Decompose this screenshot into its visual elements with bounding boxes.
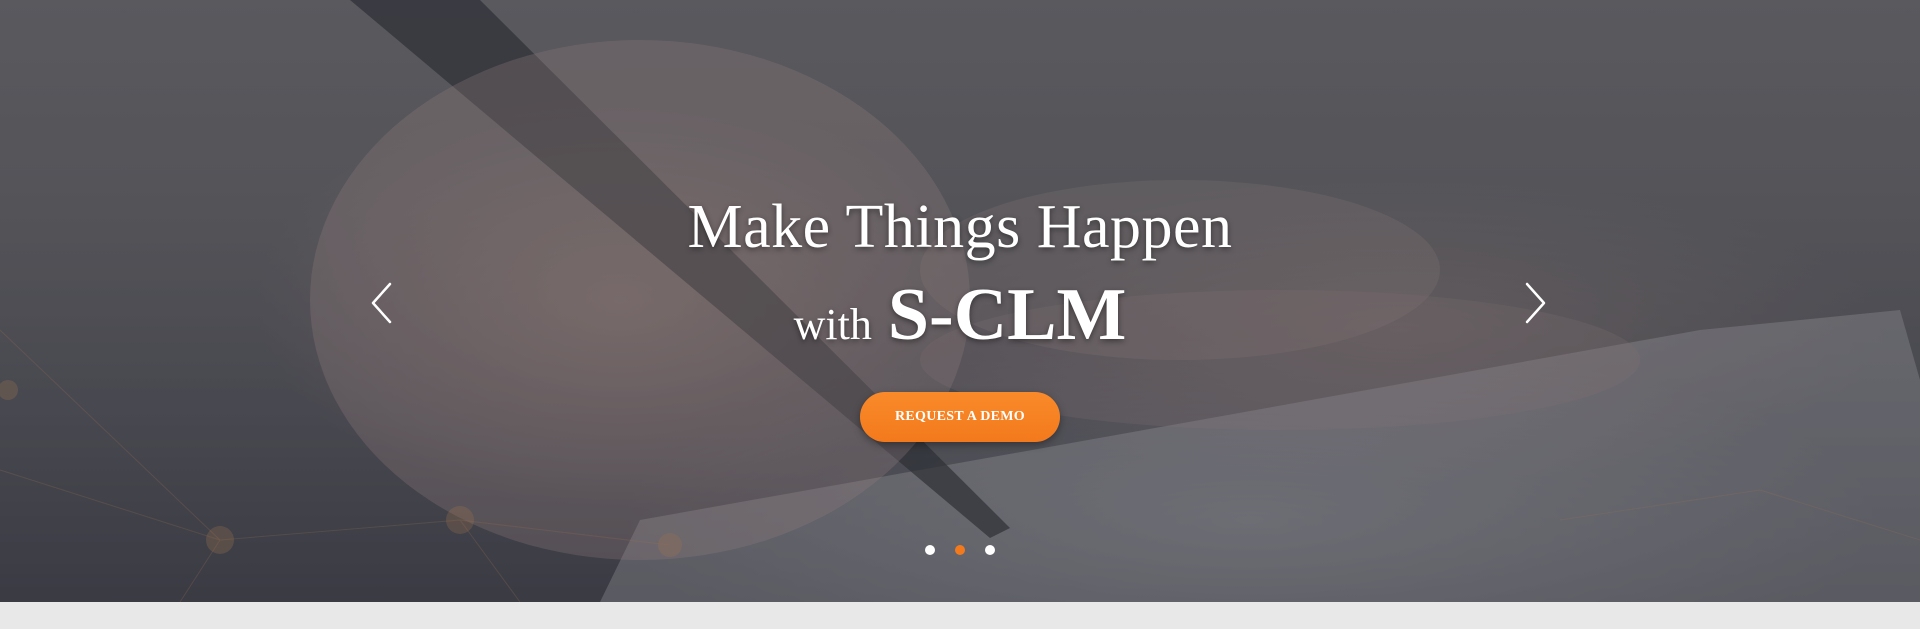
- hero-with-text: with: [793, 300, 872, 349]
- hero-content: Make Things Happen with S-CLM REQUEST A D…: [0, 0, 1920, 602]
- carousel-prev-button[interactable]: [368, 280, 398, 326]
- hero-headline: Make Things Happen: [687, 193, 1233, 261]
- carousel-dot[interactable]: [955, 545, 965, 555]
- carousel-indicators: [0, 545, 1920, 557]
- hero-brand-name: S-CLM: [887, 274, 1127, 356]
- carousel-dot[interactable]: [925, 545, 935, 555]
- request-demo-button[interactable]: REQUEST A DEMO: [860, 392, 1060, 442]
- chevron-left-icon: [371, 282, 392, 324]
- hero-subheadline: with S-CLM: [0, 272, 1920, 378]
- hero-carousel: Make Things Happen with S-CLM REQUEST A D…: [0, 0, 1920, 602]
- content-band: [0, 602, 1920, 629]
- carousel-next-button[interactable]: [1519, 280, 1549, 326]
- chevron-right-icon: [1525, 282, 1546, 324]
- carousel-dot[interactable]: [985, 545, 995, 555]
